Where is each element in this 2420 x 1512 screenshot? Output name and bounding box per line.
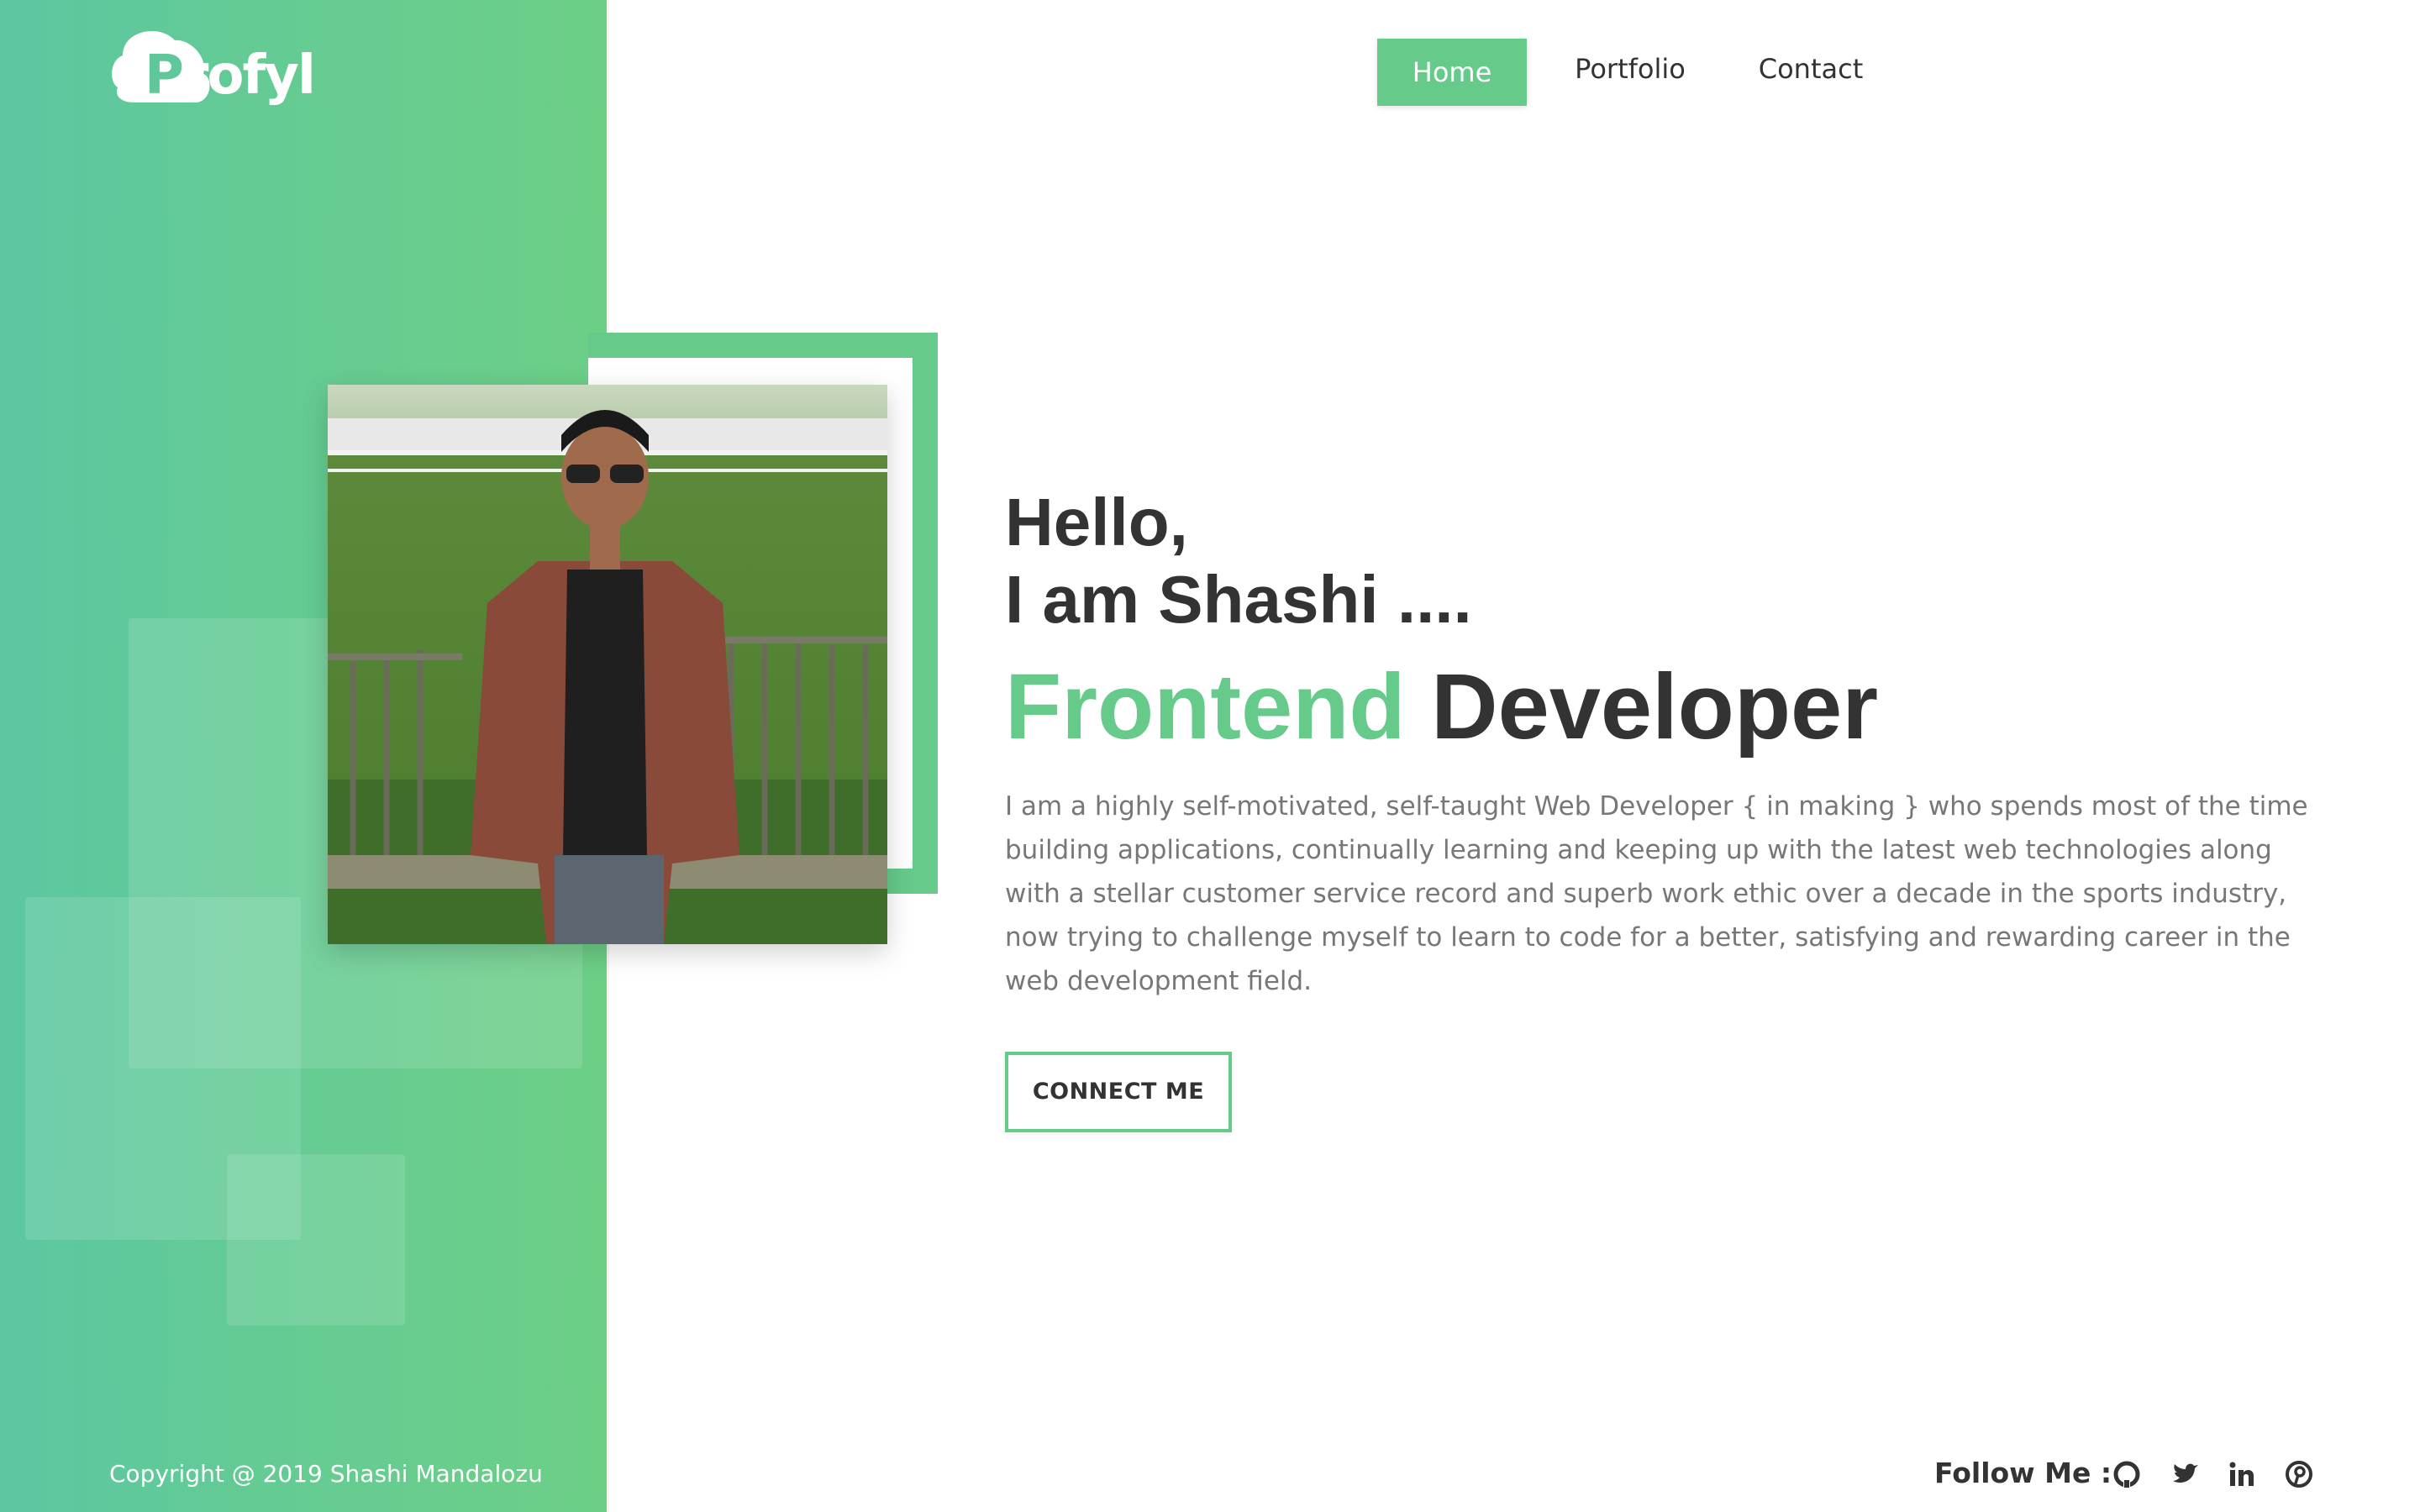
- profile-photo: [328, 385, 887, 944]
- follow-label: Follow Me :: [1934, 1457, 2112, 1489]
- hero-greeting: Hello, I am Shashi ....: [1005, 484, 1472, 638]
- connect-me-button[interactable]: CONNECT ME: [1005, 1052, 1232, 1132]
- logo-text: Profyl: [145, 45, 316, 107]
- role-rest: Developer: [1431, 655, 1879, 759]
- nav-home[interactable]: Home: [1377, 39, 1527, 106]
- greeting-line-1: Hello,: [1005, 485, 1188, 559]
- github-icon[interactable]: [2112, 1460, 2141, 1488]
- hero-bio: I am a highly self-motivated, self-taugh…: [1005, 791, 2308, 996]
- logo[interactable]: Profyl: [109, 24, 345, 121]
- role-accent: Frontend: [1005, 655, 1406, 759]
- hero-role: Frontend Developer: [1005, 657, 1878, 758]
- nav-portfolio[interactable]: Portfolio: [1563, 35, 1697, 102]
- decorative-square: [227, 1154, 405, 1326]
- twitter-icon[interactable]: [2170, 1460, 2199, 1488]
- pinterest-icon[interactable]: [2285, 1460, 2313, 1488]
- greeting-line-2: I am Shashi ....: [1005, 562, 1472, 637]
- linkedin-icon[interactable]: [2228, 1460, 2256, 1488]
- nav-contact[interactable]: Contact: [1739, 35, 1882, 102]
- copyright-text: Copyright @ 2019 Shashi Mandalozu: [109, 1460, 543, 1488]
